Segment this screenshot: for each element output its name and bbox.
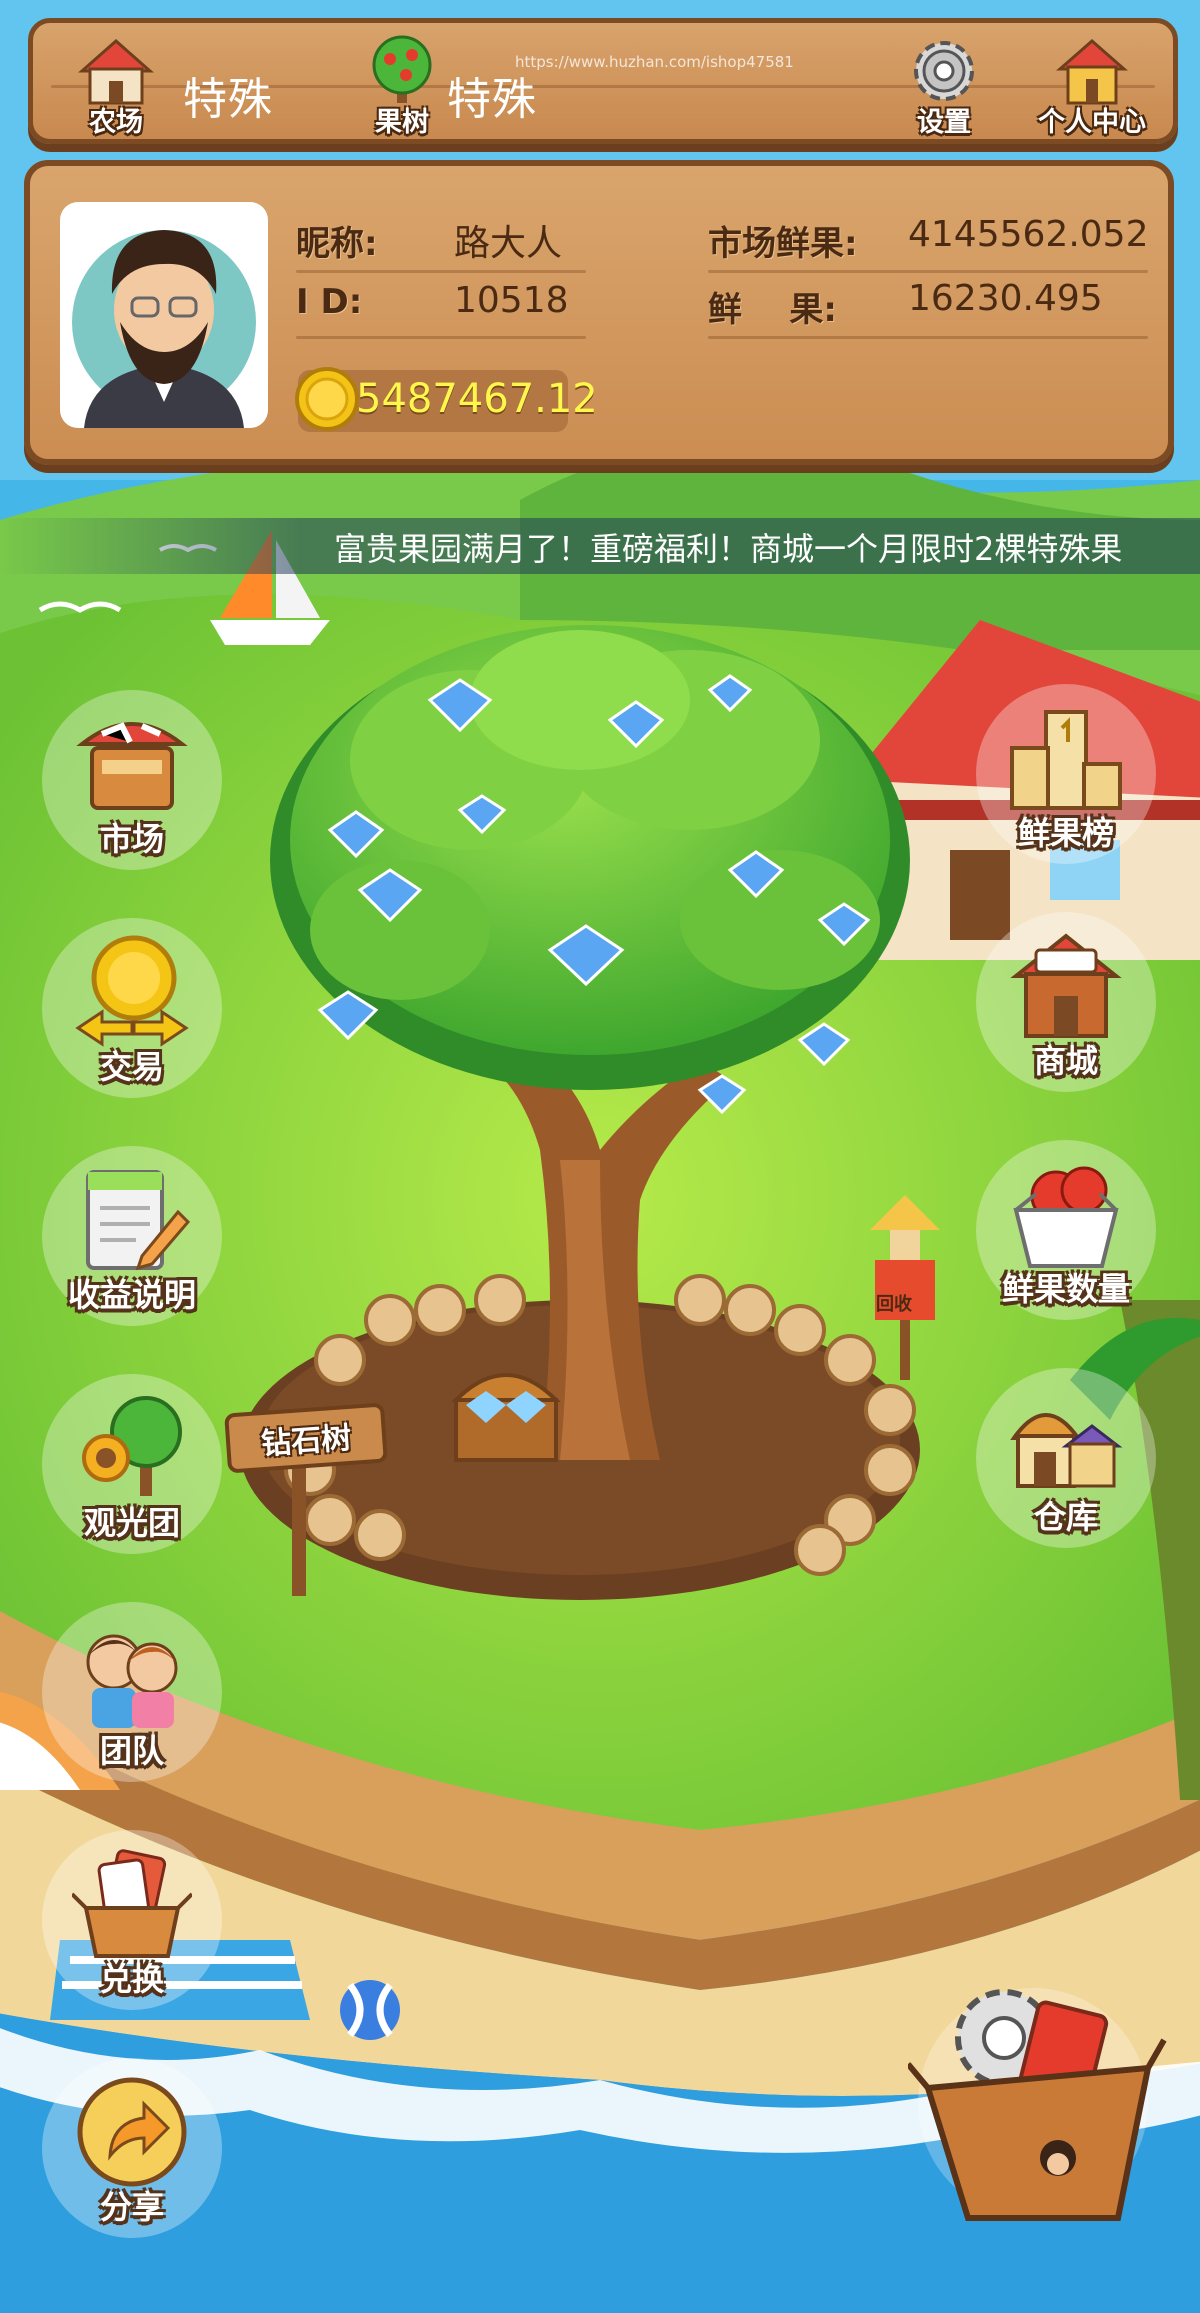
- sign-post: [292, 1466, 306, 1596]
- user-avatar-icon: [72, 230, 256, 428]
- gift-box-button[interactable]: [888, 1958, 1178, 2248]
- id-value: 10518: [454, 280, 569, 321]
- exchange-box-icon: [72, 1849, 192, 1958]
- fruit-count-button[interactable]: 鲜果数量: [976, 1140, 1156, 1330]
- farm-value: 特殊: [183, 74, 273, 125]
- exchange-label: 兑换: [99, 1960, 164, 1998]
- fruit-tree-value: 特殊: [447, 74, 537, 125]
- fruit-tree-button[interactable]: 果树: [347, 29, 457, 139]
- user-center-button[interactable]: 个人中心: [1027, 29, 1157, 139]
- earnings-info-label: 收益说明: [67, 1276, 196, 1314]
- team-label: 团队: [99, 1732, 164, 1770]
- gold-coin-icon: [295, 367, 359, 431]
- farm-button[interactable]: 农场: [61, 29, 171, 139]
- sightseeing-label: 观光团: [83, 1504, 180, 1542]
- fruit-underline: [708, 336, 1148, 339]
- profile-panel: 昵称: 路大人 I D: 10518 市场鲜果: 4145562.052 鲜 果…: [24, 160, 1174, 465]
- market-fruit-value: 4145562.052: [908, 214, 1149, 255]
- recycle-tag: 回收: [876, 1294, 912, 1315]
- nickname-value: 路大人: [454, 223, 563, 264]
- exchange-button[interactable]: 兑换: [42, 1830, 222, 2020]
- notepad-icon: [86, 1170, 191, 1271]
- earnings-info-button[interactable]: 收益说明: [42, 1146, 222, 1336]
- sightseeing-button[interactable]: 观光团: [42, 1374, 222, 1564]
- user-house-icon: [1056, 39, 1128, 105]
- coin-exchange-icon: [75, 935, 189, 1047]
- id-label: I D:: [296, 282, 363, 322]
- nickname-label: 昵称:: [296, 224, 378, 264]
- id-underline: [296, 336, 586, 339]
- team-kids-icon: [86, 1634, 178, 1728]
- share-label: 分享: [99, 2188, 164, 2226]
- gear-icon: [914, 41, 974, 101]
- team-button[interactable]: 团队: [42, 1602, 222, 1792]
- nickname-underline: [296, 270, 586, 273]
- market-button[interactable]: 市场: [42, 690, 222, 880]
- farm-house-icon: [78, 38, 154, 105]
- toolbox-icon: [908, 1989, 1167, 2221]
- fruit-ranking-label: 鲜果榜: [1017, 814, 1114, 852]
- share-arrow-icon: [77, 2077, 187, 2187]
- settings-button[interactable]: 设置: [889, 29, 999, 139]
- shop-icon: [1010, 933, 1122, 1038]
- warehouse-icon: [1010, 1413, 1123, 1488]
- fruit-count-label: 鲜果数量: [1001, 1270, 1130, 1308]
- user-center-label: 个人中心: [1038, 107, 1146, 138]
- market-fruit-label: 市场鲜果:: [708, 224, 858, 264]
- diamond-tree[interactable]: [250, 630, 910, 1430]
- fruit-label: 鲜 果:: [708, 290, 837, 330]
- share-button[interactable]: 分享: [42, 2058, 222, 2248]
- market-label: 市场: [99, 820, 164, 858]
- market-stall-icon: [76, 722, 188, 810]
- top-nav-bar: https://www.huzhan.com/ishop47581 农场 特殊 …: [28, 18, 1178, 144]
- coin-balance-value: 5487467.12: [356, 376, 598, 422]
- announcement-text: 富贵果园满月了！重磅福利！商城一个月限时2棵特殊果: [334, 530, 1123, 568]
- shop-label: 商城: [1033, 1042, 1098, 1080]
- avatar[interactable]: [60, 202, 268, 428]
- watermark-text: https://www.huzhan.com/ishop47581: [515, 53, 794, 71]
- announcement-marquee: 富贵果园满月了！重磅福利！商城一个月限时2棵特殊果: [0, 518, 1200, 574]
- fruit-value: 16230.495: [908, 278, 1103, 319]
- fruit-ranking-button[interactable]: 鲜果榜: [976, 684, 1156, 874]
- podium-icon: [1010, 710, 1122, 810]
- fruit-tree-icon: [372, 35, 432, 103]
- fruit-box-icon: [1013, 1166, 1119, 1268]
- trade-label: 交易: [99, 1048, 164, 1086]
- sightseeing-tree-icon: [82, 1396, 182, 1496]
- settings-label: 设置: [917, 107, 971, 138]
- fruit-tree-label: 果树: [375, 107, 429, 138]
- trade-button[interactable]: 交易: [42, 918, 222, 1108]
- farm-label: 农场: [89, 107, 143, 138]
- market-fruit-underline: [708, 270, 1148, 273]
- warehouse-label: 仓库: [1033, 1498, 1098, 1536]
- shop-button[interactable]: 商城: [976, 912, 1156, 1102]
- diamond-tree-sign: 钻石树: [224, 1402, 388, 1596]
- warehouse-button[interactable]: 仓库: [976, 1368, 1156, 1558]
